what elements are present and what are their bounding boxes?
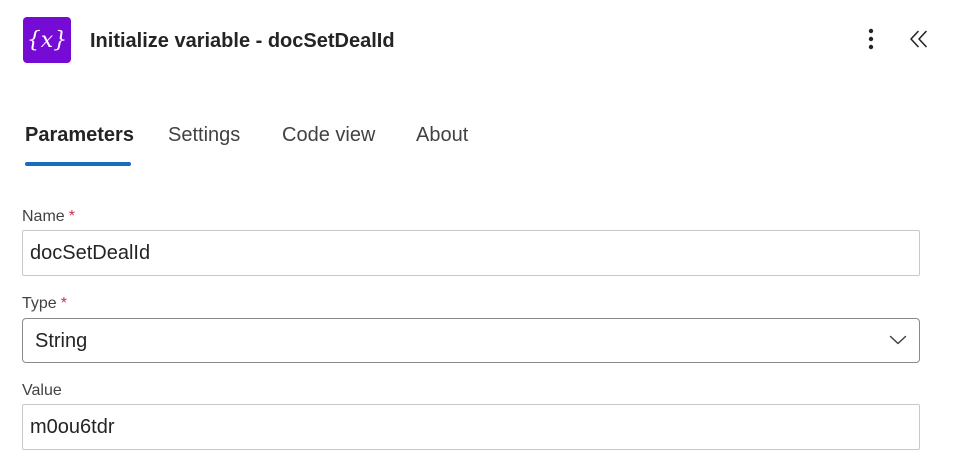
chevron-down-icon <box>889 335 907 345</box>
active-tab-indicator <box>25 162 131 166</box>
more-vertical-icon <box>868 28 874 50</box>
type-selected-value: String <box>35 330 88 352</box>
name-label-text: Name <box>22 208 65 225</box>
required-mark: * <box>68 208 75 225</box>
tab-list: Parameters Settings Code view About <box>0 110 959 170</box>
type-label: Type * <box>22 294 67 314</box>
value-input[interactable] <box>22 404 920 450</box>
value-label: Value <box>22 382 62 399</box>
double-chevron-left-icon <box>910 30 927 48</box>
type-label-text: Type <box>22 295 57 312</box>
tab-parameters[interactable]: Parameters <box>25 122 134 148</box>
more-options-button[interactable] <box>858 24 884 54</box>
required-mark: * <box>60 295 67 312</box>
tab-about[interactable]: About <box>416 122 468 148</box>
action-panel: {x} Initialize variable - docSetDealId P… <box>0 0 959 474</box>
panel-title: Initialize variable - docSetDealId <box>90 30 395 52</box>
name-label: Name * <box>22 207 75 227</box>
panel-header: {x} Initialize variable - docSetDealId <box>0 0 959 84</box>
collapse-panel-button[interactable] <box>903 24 935 54</box>
tab-settings[interactable]: Settings <box>168 122 240 148</box>
variable-icon: {x} <box>23 17 71 63</box>
tab-code-view[interactable]: Code view <box>282 122 375 148</box>
svg-text:{x}: {x} <box>27 28 67 53</box>
type-dropdown[interactable]: String <box>22 318 920 363</box>
name-input[interactable] <box>22 230 920 276</box>
